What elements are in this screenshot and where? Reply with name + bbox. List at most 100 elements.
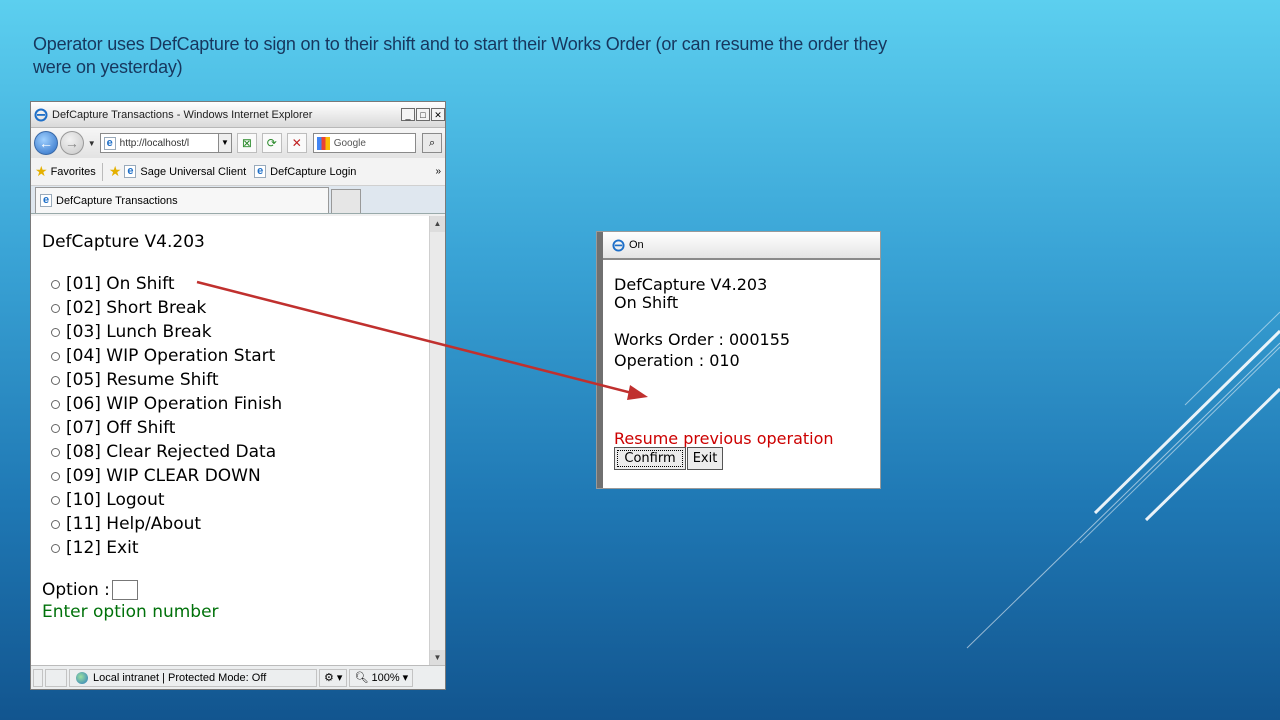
ie-title-bar: DefCapture Transactions - Windows Intern… xyxy=(31,102,445,128)
radio-button[interactable] xyxy=(51,399,60,409)
handheld-screen: On DefCapture V4.203 On Shift Works Orde… xyxy=(596,231,881,489)
menu-item-short-break[interactable]: [02] Short Break xyxy=(51,296,282,320)
handheld-app-title: DefCapture V4.203 xyxy=(614,275,768,294)
scroll-up-icon[interactable]: ▲ xyxy=(430,216,445,232)
tab-defcapture-transactions[interactable]: e DefCapture Transactions xyxy=(35,187,329,213)
option-row: Option : xyxy=(42,580,138,600)
status-cell xyxy=(45,668,67,687)
page-icon: e xyxy=(103,136,116,150)
menu-item-resume-shift[interactable]: [05] Resume Shift xyxy=(51,368,282,392)
zoom-icon: 🔍︎ xyxy=(354,672,369,684)
menu-item-exit[interactable]: [12] Exit xyxy=(51,536,282,560)
new-tab-button[interactable] xyxy=(331,189,361,213)
zoom-level: 100% xyxy=(371,671,400,684)
favorite-label: DefCapture Login xyxy=(270,165,357,178)
security-zone[interactable]: Local intranet | Protected Mode: Off xyxy=(69,668,317,687)
minimize-button[interactable]: _ xyxy=(401,108,415,121)
protected-mode-button[interactable]: ⚙ ▾ xyxy=(319,668,348,687)
radio-button[interactable] xyxy=(51,495,60,505)
favorite-link-sage[interactable]: e Sage Universal Client xyxy=(124,165,246,178)
menu-item-label: [03] Lunch Break xyxy=(66,322,212,342)
page-content: DefCapture V4.203 [01] On Shift [02] Sho… xyxy=(31,216,429,666)
radio-button[interactable] xyxy=(51,303,60,313)
menu-item-label: [10] Logout xyxy=(66,490,165,510)
menu-item-label: [05] Resume Shift xyxy=(66,370,219,390)
menu-item-label: [09] WIP CLEAR DOWN xyxy=(66,466,261,486)
slide-caption: Operator uses DefCapture to sign on to t… xyxy=(33,34,887,77)
menu-item-wip-operation-finish[interactable]: [06] WIP Operation Finish xyxy=(51,392,282,416)
radio-button[interactable] xyxy=(51,471,60,481)
maximize-button[interactable]: □ xyxy=(416,108,430,121)
compatibility-view-icon[interactable]: ⊠ xyxy=(236,133,257,153)
menu-item-off-shift[interactable]: [07] Off Shift xyxy=(51,416,282,440)
radio-button[interactable] xyxy=(51,543,60,553)
favorite-link-defcapture-login[interactable]: e DefCapture Login xyxy=(254,165,356,178)
chevron-more-icon[interactable]: » xyxy=(435,166,441,177)
menu-item-clear-rejected-data[interactable]: [08] Clear Rejected Data xyxy=(51,440,282,464)
globe-icon xyxy=(76,671,88,684)
works-order: Works Order : 000155 xyxy=(614,330,791,349)
ie-window: DefCapture Transactions - Windows Intern… xyxy=(30,101,446,690)
vertical-scrollbar[interactable]: ▲ ▼ xyxy=(429,216,445,666)
tab-label: DefCapture Transactions xyxy=(56,194,178,207)
stop-icon[interactable]: ✕ xyxy=(286,133,307,153)
history-dropdown-icon[interactable]: ▼ xyxy=(88,139,96,148)
radio-button[interactable] xyxy=(51,279,60,289)
menu-item-on-shift[interactable]: [01] On Shift xyxy=(51,272,282,296)
menu-item-label: [11] Help/About xyxy=(66,514,202,534)
status-cell xyxy=(33,668,43,687)
menu-item-help-about[interactable]: [11] Help/About xyxy=(51,512,282,536)
menu-list: [01] On Shift [02] Short Break [03] Lunc… xyxy=(51,272,282,560)
radio-button[interactable] xyxy=(51,327,60,337)
back-button[interactable]: ← xyxy=(34,131,58,155)
confirm-button[interactable]: Confirm xyxy=(614,447,686,470)
search-icon[interactable]: ⌕ xyxy=(422,133,443,153)
menu-item-wip-clear-down[interactable]: [09] WIP CLEAR DOWN xyxy=(51,464,282,488)
app-title: DefCapture V4.203 xyxy=(42,232,205,252)
option-input[interactable] xyxy=(111,580,138,600)
menu-item-label: [12] Exit xyxy=(66,538,139,558)
resume-message: Resume previous operation xyxy=(614,429,834,448)
ie-logo-icon xyxy=(34,108,48,121)
radio-button[interactable] xyxy=(51,519,60,529)
zoom-button[interactable]: 🔍︎ 100% ▾ xyxy=(349,668,414,687)
favorites-label[interactable]: Favorites xyxy=(51,166,96,178)
menu-item-label: [08] Clear Rejected Data xyxy=(66,442,277,462)
shield-icon: ⚙ xyxy=(324,672,334,684)
page-icon: e xyxy=(254,165,267,178)
handheld-title-bar: On xyxy=(603,232,880,260)
option-label: Option : xyxy=(42,580,110,600)
add-favorite-icon[interactable]: ★ xyxy=(109,163,122,180)
close-window-button[interactable]: ✕ xyxy=(431,108,445,121)
status-bar: Local intranet | Protected Mode: Off ⚙ ▾… xyxy=(31,665,445,689)
menu-item-label: [01] On Shift xyxy=(66,274,175,294)
google-icon xyxy=(316,136,330,150)
menu-item-wip-operation-start[interactable]: [04] WIP Operation Start xyxy=(51,344,282,368)
address-dropdown-icon[interactable]: ▼ xyxy=(219,133,232,153)
favorites-star-icon[interactable]: ★ xyxy=(35,163,48,180)
option-hint: Enter option number xyxy=(42,602,219,622)
security-zone-text: Local intranet | Protected Mode: Off xyxy=(93,671,267,684)
menu-item-label: [02] Short Break xyxy=(66,298,207,318)
radio-button[interactable] xyxy=(51,447,60,457)
radio-button[interactable] xyxy=(51,351,60,361)
menu-item-label: [06] WIP Operation Finish xyxy=(66,394,283,414)
menu-item-logout[interactable]: [10] Logout xyxy=(51,488,282,512)
exit-button[interactable]: Exit xyxy=(687,447,723,470)
handheld-subtitle: On Shift xyxy=(614,293,679,312)
menu-item-label: [04] WIP Operation Start xyxy=(66,346,276,366)
menu-item-lunch-break[interactable]: [03] Lunch Break xyxy=(51,320,282,344)
address-bar[interactable]: e http://localhost/l xyxy=(99,133,220,153)
forward-button[interactable]: → xyxy=(59,131,84,155)
search-placeholder: Google xyxy=(333,137,366,149)
favorites-bar: ★ Favorites ★ e Sage Universal Client e … xyxy=(31,158,445,186)
refresh-icon[interactable]: ⟳ xyxy=(261,133,282,153)
radio-button[interactable] xyxy=(51,423,60,433)
operation: Operation : 010 xyxy=(614,351,740,370)
divider xyxy=(101,162,103,181)
search-box[interactable]: Google xyxy=(312,133,417,153)
favorite-label: Sage Universal Client xyxy=(140,165,247,178)
radio-button[interactable] xyxy=(51,375,60,385)
ie-logo-icon xyxy=(612,238,625,252)
scroll-down-icon[interactable]: ▼ xyxy=(430,650,445,666)
